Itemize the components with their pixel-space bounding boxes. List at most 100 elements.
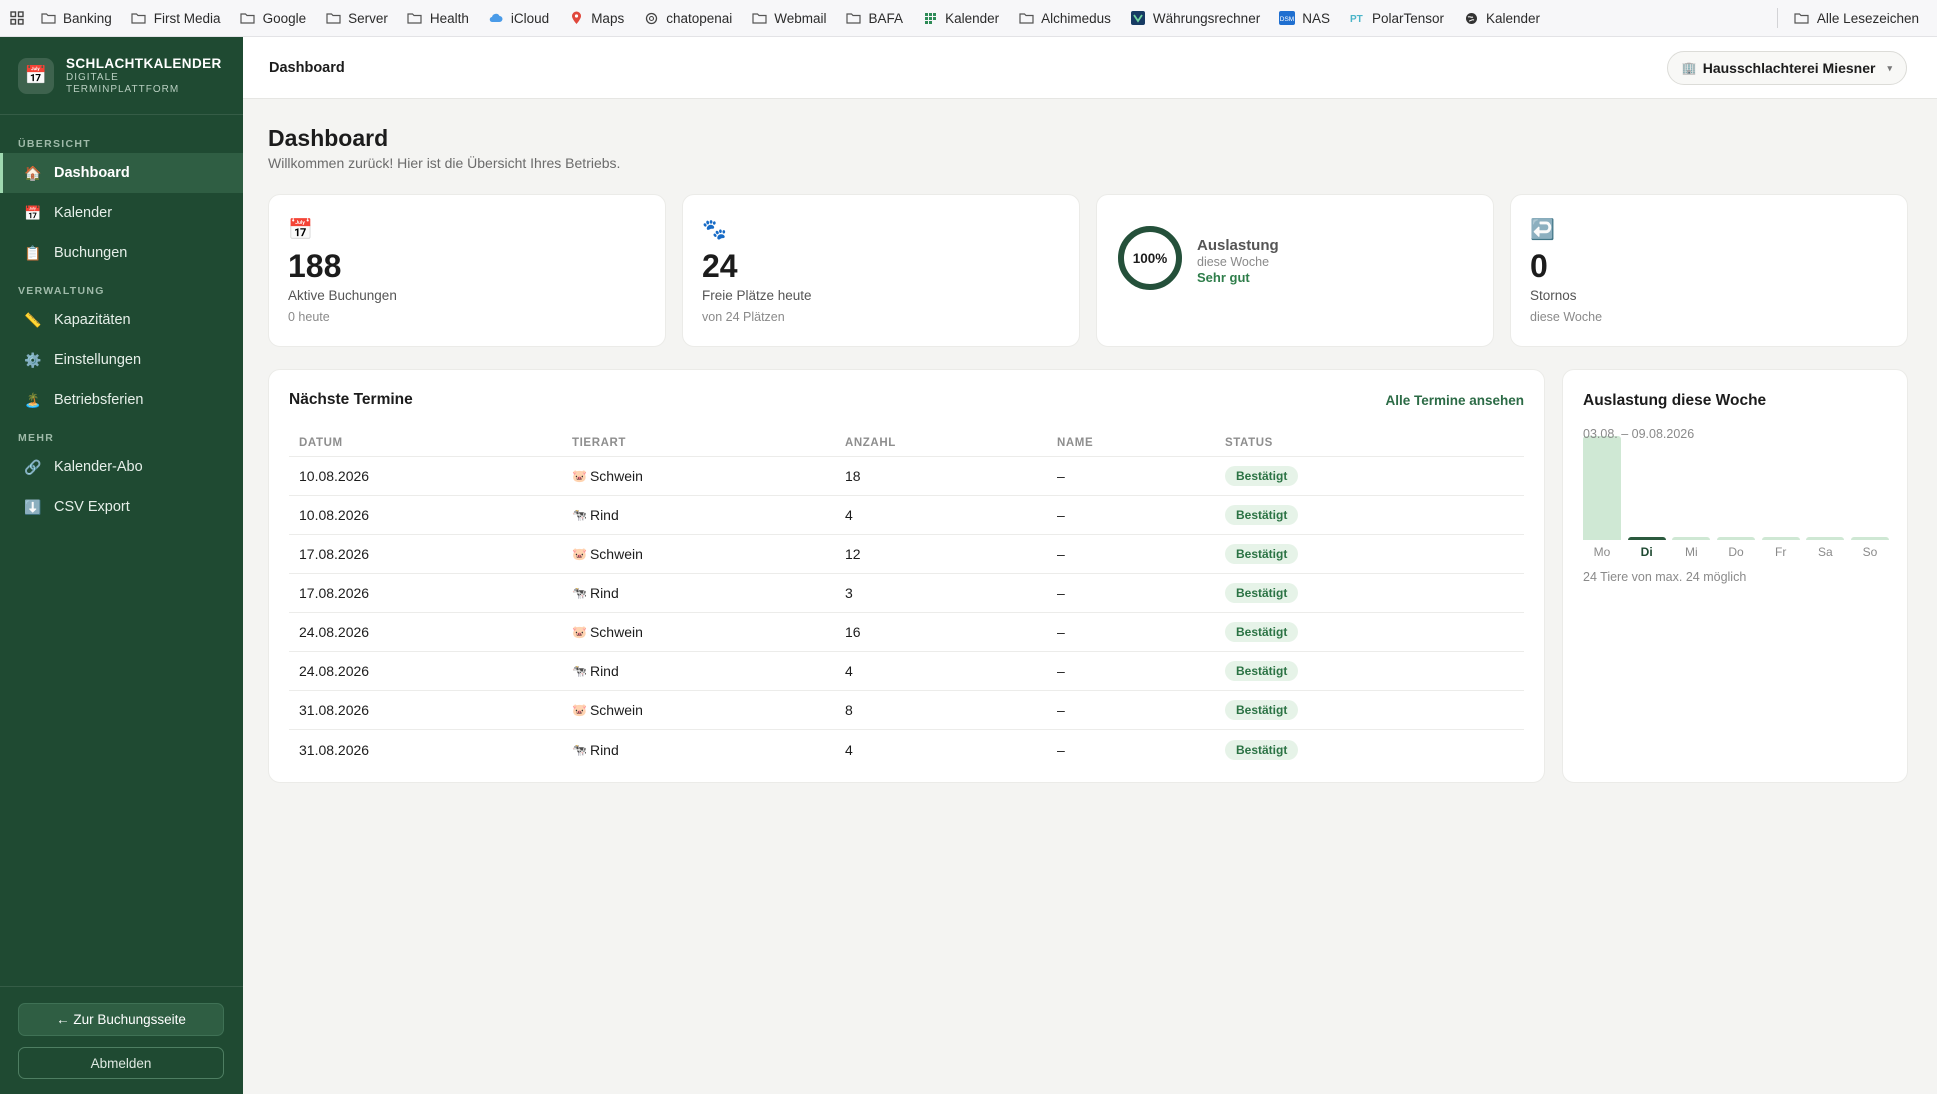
bookmark-item[interactable]: Google	[240, 11, 306, 26]
sidebar-item-capacities[interactable]: 📏 Kapazitäten	[0, 300, 243, 340]
cell-date: 24.08.2026	[299, 624, 370, 640]
stat-card-bookings: 📅 188 Aktive Buchungen 0 heute	[268, 194, 666, 347]
cell-date: 31.08.2026	[299, 741, 370, 758]
cow-icon: 🐄	[572, 586, 587, 600]
pig-icon: 🐷	[572, 547, 587, 561]
table-row[interactable]: 10.08.2026 🐷 Schwein 18– Bestätigt	[289, 457, 1524, 496]
brand-subtitle: DIGITALE TERMINPLATTFORM	[66, 71, 180, 95]
paw-icon: 🐾	[702, 219, 727, 241]
stat-label: Freie Plätze heute	[702, 288, 812, 303]
bookmark-item[interactable]: First Media	[131, 11, 221, 26]
bookmark-item[interactable]: Alchimedus	[1018, 11, 1111, 26]
nav-section-more: MEHR	[18, 432, 55, 444]
bookmark-item[interactable]: BAFA	[846, 11, 903, 26]
folder-icon	[407, 12, 423, 25]
gear-icon: ⚙️	[24, 351, 42, 368]
bookmarks-bar: Banking First Media Google Server Health iClo…	[0, 0, 1937, 37]
bar-column	[1717, 436, 1755, 540]
sidebar-item-dashboard[interactable]: 🏠 Dashboard	[0, 153, 243, 193]
download-icon: ⬇️	[24, 498, 42, 515]
sidebar-item-bookings[interactable]: 📋 Buchungen	[0, 233, 243, 273]
folder-icon	[846, 12, 862, 25]
sidebar-item-holidays[interactable]: 🏝️ Betriebsferien	[0, 380, 243, 420]
sidebar-item-label: Dashboard	[54, 165, 130, 181]
sidebar-item-calendar[interactable]: 📅 Kalender	[0, 193, 243, 233]
bookmark-item[interactable]: DSM NAS	[1279, 11, 1330, 26]
bookmark-label: Webmail	[774, 10, 827, 26]
animal-label: Rind	[589, 741, 619, 758]
column-header-animal: TIERART	[572, 437, 627, 449]
sidebar-item-label: Buchungen	[54, 245, 128, 261]
bookmark-item[interactable]: Health	[407, 11, 469, 26]
cell-name: –	[1057, 585, 1065, 601]
cell-count: 4	[845, 741, 853, 758]
bookmark-item[interactable]: Webmail	[751, 10, 827, 26]
island-icon: 🏝️	[24, 391, 42, 408]
table-row[interactable]: 17.08.2026 🐄 Rind 3– Bestätigt	[289, 574, 1524, 613]
bookmark-item[interactable]: Maps	[568, 11, 624, 26]
cell-status: Bestätigt	[1225, 700, 1524, 720]
utilization-title: Auslastung	[1197, 237, 1279, 254]
appointments-title: Nächste Termine	[289, 391, 413, 408]
cell-count: 4	[845, 507, 853, 523]
bookmark-item[interactable]: iCloud	[488, 11, 549, 26]
header-title: Dashboard	[269, 59, 345, 76]
bookmark-item[interactable]: Kalender	[1463, 11, 1540, 26]
bookmark-item[interactable]: Währungsrechner	[1130, 11, 1260, 26]
bookmark-item[interactable]: PT PolarTensor	[1349, 11, 1444, 26]
stat-sub: 0 heute	[288, 310, 330, 324]
bookmark-item[interactable]: Server	[325, 11, 388, 26]
weekly-utilization-card: Auslastung diese Woche 03.08. – 09.08.20…	[1562, 369, 1908, 783]
cow-icon: 🐄	[572, 508, 587, 522]
bar-mi	[1672, 536, 1711, 540]
cell-status: Bestätigt	[1225, 622, 1524, 642]
cell-date: 31.08.2026	[299, 702, 370, 718]
logout-button[interactable]: Abmelden	[18, 1047, 224, 1079]
page-title: Dashboard	[268, 125, 389, 151]
cell-status: Bestätigt	[1225, 661, 1524, 681]
nav-section-overview: ÜBERSICHT	[18, 138, 91, 150]
appointments-header: Nächste Termine Alle Termine ansehen	[289, 370, 1524, 430]
pig-icon: 🐷	[572, 703, 587, 717]
bar-fr	[1761, 536, 1800, 540]
apps-grid-icon[interactable]	[10, 11, 24, 25]
table-header: DATUM TIERART ANZAHL NAME STATUS	[289, 430, 1524, 457]
all-appointments-link[interactable]: Alle Termine ansehen	[1385, 393, 1524, 408]
bar-column	[1672, 436, 1711, 540]
cow-icon: 🐄	[572, 742, 587, 757]
table-row[interactable]: 17.08.2026 🐷 Schwein 12– Bestätigt	[289, 535, 1524, 574]
cell-status: Bestätigt	[1225, 505, 1524, 525]
page-subtitle: Willkommen zurück! Hier ist die Übersich…	[268, 155, 621, 171]
nas-icon: DSM	[1279, 11, 1296, 25]
table-row[interactable]: 24.08.2026 🐄 Rind 4– Bestätigt	[289, 652, 1524, 691]
bookmark-item[interactable]: Banking	[40, 11, 112, 26]
sidebar-item-settings[interactable]: ⚙️ Einstellungen	[0, 340, 243, 380]
cell-status: Bestätigt	[1225, 466, 1524, 486]
folder-icon	[1018, 12, 1034, 25]
organization-select[interactable]: 🏢 Hausschlachterei Miesner ▾	[1666, 51, 1907, 85]
sidebar-item-calendar-subscription[interactable]: 🔗 Kalender-Abo	[0, 447, 243, 487]
booking-page-button[interactable]: ← Zur Buchungsseite	[18, 1003, 224, 1036]
stat-label: Aktive Buchungen	[288, 288, 397, 303]
sidebar-item-csv-export[interactable]: ⬇️ CSV Export	[0, 487, 243, 527]
cell-count: 18	[845, 468, 861, 484]
return-arrow-icon: ↩️	[1530, 219, 1555, 241]
bookmark-divider	[1776, 8, 1778, 28]
cell-count: 8	[845, 702, 853, 718]
status-badge: Bestätigt	[1225, 466, 1299, 486]
utilization-sub: diese Woche	[1197, 255, 1270, 269]
cell-status: Bestätigt	[1225, 544, 1524, 564]
bookmark-item[interactable]: Kalender	[922, 11, 999, 26]
bookmark-item[interactable]: chatopenai	[643, 11, 732, 26]
all-bookmarks[interactable]: Alle Lesezeichen	[1794, 11, 1919, 26]
bar-mo	[1583, 436, 1621, 540]
table-row[interactable]: 31.08.2026 🐄 Rind 4– Bestätigt	[289, 730, 1524, 769]
day-label: Sa	[1817, 545, 1833, 559]
sidebar-item-label: Kapazitäten	[54, 312, 131, 328]
upcoming-appointments-card: Nächste Termine Alle Termine ansehen DAT…	[268, 369, 1545, 783]
table-row[interactable]: 10.08.2026 🐄 Rind 4– Bestätigt	[289, 496, 1524, 535]
home-icon: 🏠	[24, 164, 42, 181]
table-row[interactable]: 24.08.2026 🐷 Schwein 16– Bestätigt	[289, 613, 1524, 652]
table-row[interactable]: 31.08.2026 🐷 Schwein 8– Bestätigt	[289, 691, 1524, 730]
sidebar-item-label: CSV Export	[54, 499, 130, 515]
